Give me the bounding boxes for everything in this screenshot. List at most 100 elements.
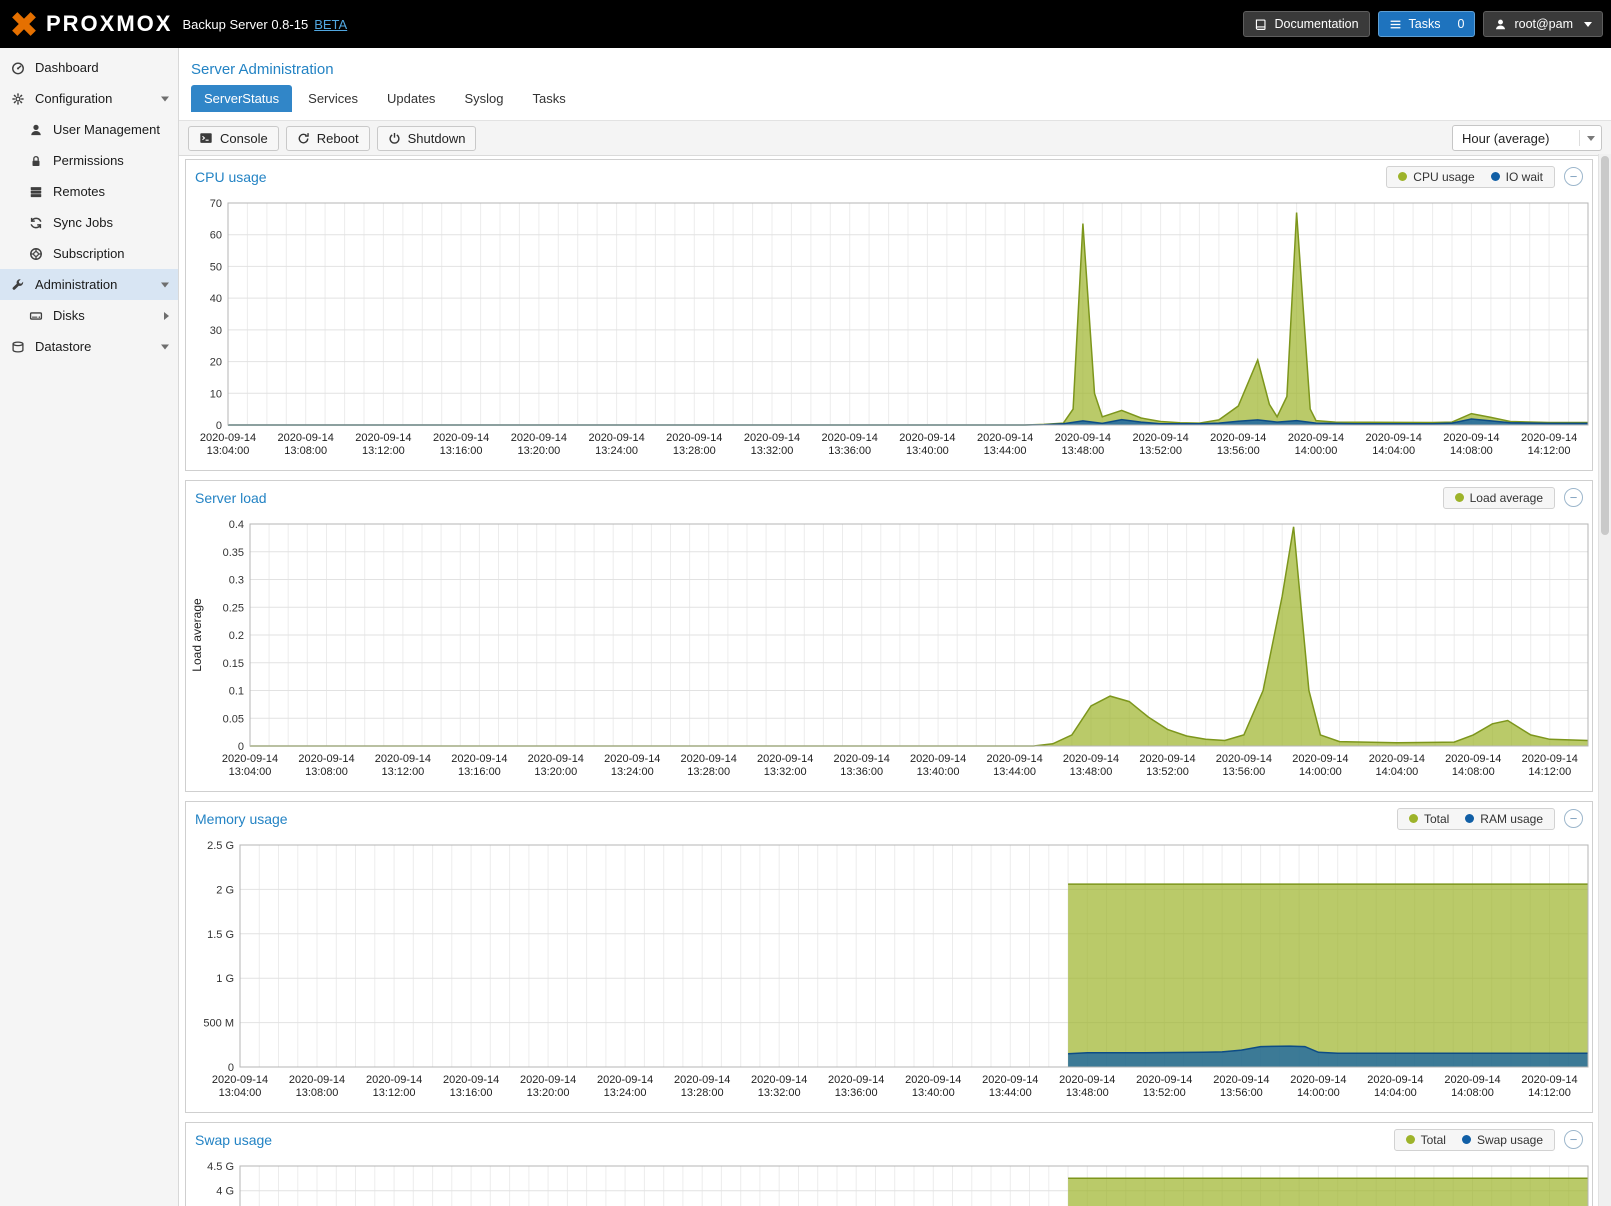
page-title: Server Administration: [179, 48, 1611, 85]
chart-legend[interactable]: Total RAM usage: [1397, 808, 1555, 830]
beta-link[interactable]: BETA: [314, 17, 347, 32]
svg-text:70: 70: [210, 198, 222, 210]
svg-text:2020-09-14: 2020-09-14: [1521, 1074, 1577, 1086]
chart-legend[interactable]: Load average: [1443, 487, 1555, 509]
svg-text:2020-09-14: 2020-09-14: [1445, 753, 1501, 765]
tab-services[interactable]: Services: [295, 85, 371, 112]
svg-text:2.5 G: 2.5 G: [207, 840, 234, 852]
svg-text:13:20:00: 13:20:00: [527, 1087, 570, 1099]
proxmox-logo: PROXMOX: [8, 10, 172, 38]
legend-item-ram-usage[interactable]: RAM usage: [1465, 812, 1543, 826]
tab-tasks[interactable]: Tasks: [519, 85, 578, 112]
collapse-panel-icon[interactable]: −: [1564, 1130, 1583, 1149]
console-button[interactable]: Console: [188, 126, 279, 151]
panel-title: CPU usage: [195, 169, 267, 185]
sidebar-item-administration[interactable]: Administration: [0, 269, 178, 300]
svg-text:2020-09-14: 2020-09-14: [298, 753, 354, 765]
svg-text:13:28:00: 13:28:00: [687, 766, 730, 778]
sidebar-item-subscription[interactable]: Subscription: [0, 238, 178, 269]
svg-text:2020-09-14: 2020-09-14: [910, 753, 966, 765]
sidebar-item-user-management[interactable]: User Management: [0, 114, 178, 145]
legend-item-load-average[interactable]: Load average: [1455, 491, 1543, 505]
combo-trigger[interactable]: [1579, 130, 1595, 146]
sidebar-item-remotes[interactable]: Remotes: [0, 176, 178, 207]
scrollbar-thumb[interactable]: [1601, 156, 1609, 535]
panel-cpu-usage: CPU usageCPU usageIO wait−01020304050607…: [185, 159, 1593, 471]
collapse-panel-icon[interactable]: −: [1564, 809, 1583, 828]
legend-item-swap-usage[interactable]: Swap usage: [1462, 1133, 1543, 1147]
svg-text:14:12:00: 14:12:00: [1528, 445, 1571, 457]
sidebar-item-label: Sync Jobs: [53, 215, 113, 230]
legend-item-io-wait[interactable]: IO wait: [1491, 170, 1543, 184]
chevron-down-icon[interactable]: [161, 344, 169, 349]
svg-text:2020-09-14: 2020-09-14: [222, 753, 278, 765]
shutdown-button[interactable]: Shutdown: [377, 126, 477, 151]
svg-text:13:44:00: 13:44:00: [993, 766, 1036, 778]
user-icon: [1494, 18, 1507, 31]
tab-syslog[interactable]: Syslog: [451, 85, 516, 112]
tasks-button[interactable]: Tasks 0: [1378, 11, 1476, 37]
tab-serverstatus[interactable]: ServerStatus: [191, 85, 292, 112]
chart-legend[interactable]: Total Swap usage: [1394, 1129, 1555, 1151]
svg-text:2020-09-14: 2020-09-14: [744, 432, 800, 444]
sidebar-item-dashboard[interactable]: Dashboard: [0, 52, 178, 83]
svg-text:13:08:00: 13:08:00: [284, 445, 327, 457]
collapse-panel-icon[interactable]: −: [1564, 167, 1583, 186]
product-version: Backup Server 0.8-15: [182, 17, 308, 32]
dashboard-icon: [9, 61, 27, 75]
svg-text:20: 20: [210, 357, 222, 369]
svg-text:2020-09-14: 2020-09-14: [828, 1074, 884, 1086]
chevron-right-icon[interactable]: [164, 312, 169, 320]
legend-item-total[interactable]: Total: [1409, 812, 1449, 826]
svg-text:13:04:00: 13:04:00: [219, 1087, 262, 1099]
sidebar-item-configuration[interactable]: Configuration: [0, 83, 178, 114]
svg-text:13:56:00: 13:56:00: [1222, 766, 1265, 778]
disk-icon: [27, 309, 45, 323]
svg-text:13:16:00: 13:16:00: [440, 445, 483, 457]
user-menu-label: root@pam: [1514, 17, 1573, 31]
chevron-down-icon[interactable]: [161, 96, 169, 101]
database-icon: [9, 340, 27, 354]
vertical-scrollbar[interactable]: [1598, 154, 1611, 1206]
reboot-button[interactable]: Reboot: [286, 126, 370, 151]
chart-server-load: 00.050.10.150.20.250.30.350.42020-09-141…: [186, 514, 1592, 791]
svg-text:2020-09-14: 2020-09-14: [1444, 1074, 1500, 1086]
svg-text:13:04:00: 13:04:00: [207, 445, 250, 457]
sidebar-item-permissions[interactable]: Permissions: [0, 145, 178, 176]
legend-item-cpu-usage[interactable]: CPU usage: [1398, 170, 1474, 184]
tab-bar: ServerStatusServicesUpdatesSyslogTasks: [179, 85, 1611, 112]
collapse-panel-icon[interactable]: −: [1564, 488, 1583, 507]
sidebar-menu: DashboardConfigurationUser ManagementPer…: [0, 52, 178, 362]
svg-text:4 G: 4 G: [216, 1186, 234, 1198]
svg-text:13:56:00: 13:56:00: [1217, 445, 1260, 457]
legend-item-total[interactable]: Total: [1406, 1133, 1446, 1147]
panel-header: CPU usage CPU usage IO wait −: [186, 160, 1592, 193]
user-menu-button[interactable]: root@pam: [1483, 11, 1603, 37]
documentation-label: Documentation: [1274, 17, 1358, 31]
svg-text:2020-09-14: 2020-09-14: [834, 753, 890, 765]
svg-text:0.2: 0.2: [229, 630, 244, 642]
sidebar-item-datastore[interactable]: Datastore: [0, 331, 178, 362]
svg-text:14:00:00: 14:00:00: [1295, 445, 1338, 457]
sidebar-item-disks[interactable]: Disks: [0, 300, 178, 331]
chart-svg: 0500 M1 G1.5 G2 G2.5 G2020-09-1413:04:00…: [188, 835, 1594, 1107]
chevron-down-icon[interactable]: [161, 282, 169, 287]
svg-text:2020-09-14: 2020-09-14: [751, 1074, 807, 1086]
sidebar-item-sync-jobs[interactable]: Sync Jobs: [0, 207, 178, 238]
svg-text:2020-09-14: 2020-09-14: [1366, 432, 1422, 444]
svg-text:14:12:00: 14:12:00: [1528, 1087, 1571, 1099]
legend-label: CPU usage: [1413, 170, 1474, 184]
sidebar-item-label: Datastore: [35, 339, 91, 354]
svg-text:Load average: Load average: [190, 598, 204, 672]
svg-text:13:52:00: 13:52:00: [1139, 445, 1182, 457]
panel-memory-usage: Memory usageTotalRAM usage−0500 M1 G1.5 …: [185, 801, 1593, 1113]
chart-legend[interactable]: CPU usage IO wait: [1386, 166, 1555, 188]
tab-updates[interactable]: Updates: [374, 85, 448, 112]
timerange-select[interactable]: Hour (average): [1452, 125, 1602, 151]
chart-svg: 0500 M1 G1.5 G2 G2.5 G3 G3.5 G4 G4.5 G20…: [188, 1156, 1594, 1206]
panel-server-load: Server loadLoad average−00.050.10.150.20…: [185, 480, 1593, 792]
svg-text:2020-09-14: 2020-09-14: [1290, 1074, 1346, 1086]
documentation-button[interactable]: Documentation: [1243, 11, 1369, 37]
server-icon: [27, 185, 45, 199]
sidebar-item-label: Administration: [35, 277, 117, 292]
